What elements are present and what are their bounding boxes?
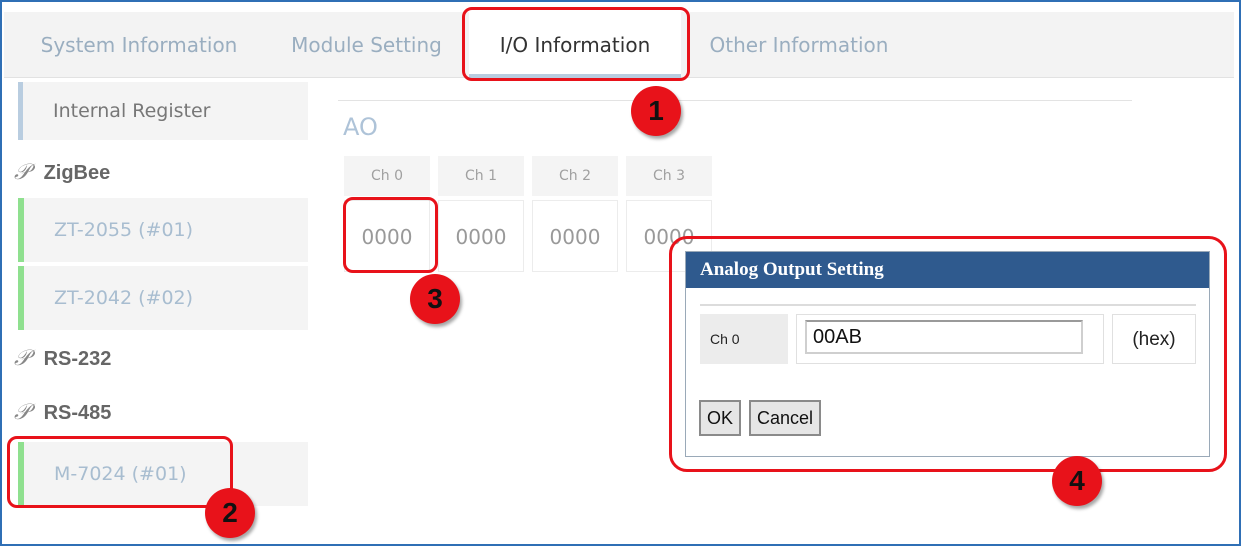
step-badge-3: 3: [410, 274, 460, 324]
sidebar-item-zt-2042[interactable]: ZT-2042 (#02): [18, 266, 308, 330]
highlight-io-tab: [462, 7, 690, 81]
link-icon: 𝒫: [14, 159, 30, 184]
sidebar-group-rs232[interactable]: 𝒫 RS-232: [14, 338, 111, 378]
channel-header: Ch 1: [438, 156, 524, 196]
sidebar-item-zt-2055[interactable]: ZT-2055 (#01): [18, 198, 308, 262]
link-icon: 𝒫: [14, 399, 30, 424]
highlight-ch0-value: [343, 197, 438, 273]
channel-header: Ch 0: [344, 156, 430, 196]
sidebar-item-internal-register[interactable]: Internal Register: [18, 82, 308, 140]
sidebar-group-label: ZigBee: [43, 162, 111, 184]
step-badge-2: 2: [205, 488, 255, 538]
channel-value-ch2[interactable]: 0000: [532, 200, 618, 272]
tab-system-information[interactable]: System Information: [14, 12, 264, 78]
step-badge-1: 1: [631, 86, 681, 136]
sidebar-group-zigbee[interactable]: 𝒫 ZigBee: [14, 152, 110, 192]
sidebar-group-label: RS-485: [43, 402, 112, 424]
link-icon: 𝒫: [14, 345, 30, 370]
channel-value-ch1[interactable]: 0000: [438, 200, 524, 272]
section-divider: [338, 100, 1132, 101]
sidebar-group-rs485[interactable]: 𝒫 RS-485: [14, 392, 111, 432]
tab-module-setting[interactable]: Module Setting: [269, 12, 464, 78]
channel-header: Ch 3: [626, 156, 712, 196]
sidebar-group-label: RS-232: [43, 348, 112, 370]
highlight-m7024: [7, 436, 233, 508]
highlight-dialog: [669, 236, 1227, 472]
section-title-ao: AO: [343, 113, 378, 141]
step-badge-4: 4: [1052, 456, 1102, 506]
tab-other-information[interactable]: Other Information: [684, 12, 914, 78]
channel-header: Ch 2: [532, 156, 618, 196]
